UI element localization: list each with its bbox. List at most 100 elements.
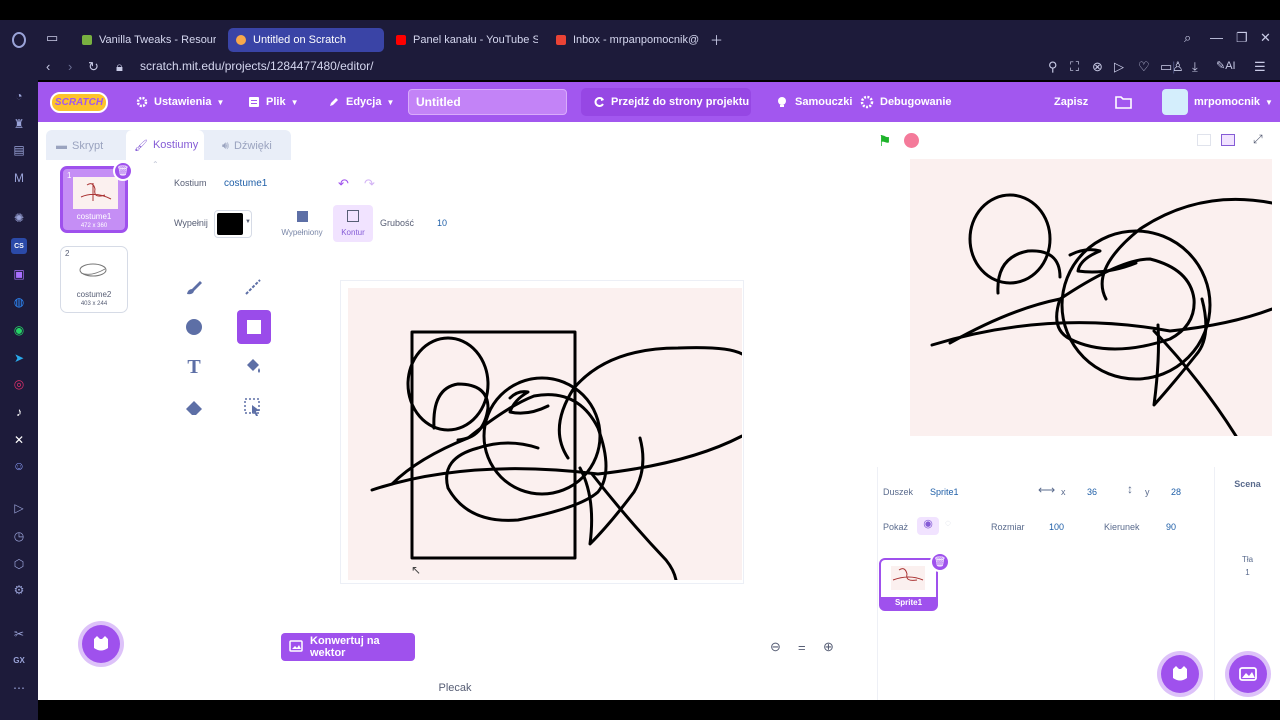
select-tool[interactable] bbox=[236, 390, 270, 424]
flow-icon[interactable]: ▷ bbox=[1114, 59, 1124, 75]
close-window-icon[interactable]: ✕ bbox=[1260, 30, 1271, 46]
backpack-header[interactable]: Plecak bbox=[38, 682, 872, 700]
stop-icon[interactable] bbox=[904, 133, 919, 148]
normal-stage-icon[interactable] bbox=[1221, 134, 1235, 146]
whatsapp-icon[interactable]: ◉ bbox=[11, 322, 27, 338]
new-tab-icon[interactable]: ＋ bbox=[710, 30, 723, 49]
url-field[interactable]: scratch.mit.edu/projects/1284477480/edit… bbox=[140, 59, 373, 73]
history-icon[interactable]: ◷ bbox=[11, 528, 27, 544]
player-icon[interactable]: ▷ bbox=[11, 500, 27, 516]
hide-eye-icon[interactable]: ◌ bbox=[945, 518, 951, 529]
undo-icon[interactable]: ↶ bbox=[338, 176, 349, 192]
choose-backdrop-button[interactable] bbox=[1229, 655, 1267, 693]
y-input[interactable]: 28 bbox=[1171, 487, 1181, 497]
cs-app-icon[interactable]: CS bbox=[11, 238, 27, 254]
pin-icon[interactable]: ⚲ bbox=[1048, 59, 1058, 75]
filled-mode-button[interactable]: Wypełniony bbox=[280, 210, 324, 240]
fill-tool[interactable] bbox=[236, 350, 270, 384]
restore-icon[interactable]: ❐ bbox=[1236, 30, 1248, 46]
scratch-logo[interactable]: SCRATCH bbox=[50, 92, 108, 113]
tab-costumes[interactable]: 🖌︎ Kostiumy bbox=[126, 130, 204, 160]
sprite-name-input[interactable]: Sprite1 bbox=[930, 487, 959, 497]
extensions-icon[interactable]: ⬡ bbox=[11, 556, 27, 572]
tab-sounds[interactable]: 🔊︎ Dźwięki bbox=[222, 132, 272, 160]
minimize-icon[interactable]: — bbox=[1210, 30, 1223, 45]
pinboard-icon[interactable]: ▤ bbox=[11, 142, 27, 158]
stage-canvas[interactable] bbox=[910, 159, 1272, 436]
adblock-icon[interactable]: ⊗ bbox=[1092, 59, 1103, 75]
eraser-tool[interactable] bbox=[177, 390, 211, 424]
easy-setup-icon[interactable]: ☰ bbox=[1254, 59, 1266, 75]
tab-untitled-on-scratch[interactable]: Untitled on Scratch bbox=[228, 28, 384, 52]
aria-icon[interactable]: ♜ bbox=[11, 116, 27, 132]
messenger-icon[interactable]: ◍ bbox=[11, 294, 27, 310]
trash-icon[interactable]: 🗑︎ bbox=[113, 161, 133, 181]
gmail-sidebar-icon[interactable]: M bbox=[11, 170, 27, 186]
circle-tool[interactable] bbox=[177, 310, 211, 344]
green-flag-icon[interactable]: ⚑ bbox=[878, 132, 891, 150]
tab-vanilla-tweaks[interactable]: Vanilla Tweaks - Resource bbox=[74, 28, 216, 52]
discord-icon[interactable]: ☺ bbox=[11, 458, 27, 474]
settings-icon[interactable]: ⚙ bbox=[11, 582, 27, 598]
forward-icon[interactable]: › bbox=[68, 59, 72, 74]
direction-input[interactable]: 90 bbox=[1166, 522, 1176, 532]
brush-tool[interactable] bbox=[177, 270, 211, 304]
account-icon[interactable]: ♙ bbox=[1172, 59, 1184, 75]
edit-menu[interactable]: Edycja ▼ bbox=[328, 82, 394, 122]
show-eye-icon[interactable]: ◉ bbox=[917, 517, 939, 535]
x-twitter-icon[interactable]: ✕ bbox=[11, 432, 27, 448]
opera-logo-icon[interactable] bbox=[11, 32, 27, 48]
costume-card-1[interactable]: 1 costume1 472 x 360 🗑︎ bbox=[60, 161, 133, 233]
tab-menu-icon[interactable]: ▭ bbox=[46, 30, 58, 46]
wallet-icon[interactable]: ▭ bbox=[1160, 59, 1172, 75]
choose-costume-button[interactable] bbox=[82, 625, 120, 663]
costume-name-input[interactable]: costume1 bbox=[224, 178, 267, 189]
convert-to-vector-button[interactable]: Konwertuj na wektor bbox=[281, 633, 415, 661]
reload-icon[interactable]: ↻ bbox=[88, 59, 99, 75]
account-menu[interactable]: mrpomocnik ▼ bbox=[1162, 82, 1273, 122]
size-input[interactable]: 100 bbox=[1049, 522, 1064, 532]
fullscreen-icon[interactable]: ⤢ bbox=[1253, 132, 1263, 147]
sprite-tile[interactable]: Sprite1 bbox=[879, 558, 938, 611]
my-stuff-folder-icon[interactable] bbox=[1115, 82, 1132, 122]
zoom-in-icon[interactable]: ⊕ bbox=[823, 639, 834, 655]
ai-button[interactable]: ✎AI bbox=[1216, 59, 1236, 72]
tiktok-icon[interactable]: ♪ bbox=[11, 404, 27, 420]
paint-canvas[interactable] bbox=[348, 288, 744, 582]
bookmark-heart-icon[interactable]: ♡ bbox=[1138, 59, 1150, 75]
gx-control-icon[interactable]: ✂ bbox=[11, 626, 27, 642]
zoom-reset-button[interactable]: = bbox=[798, 640, 806, 655]
back-icon[interactable]: ‹ bbox=[46, 59, 50, 74]
scene-pane[interactable]: Scena Tła 1 bbox=[1214, 467, 1280, 700]
more-icon[interactable]: ⋯ bbox=[11, 680, 27, 696]
project-page-button[interactable]: Przejdź do strony projektu bbox=[581, 88, 751, 116]
zoom-out-icon[interactable]: ⊖ bbox=[770, 639, 781, 655]
outline-mode-button[interactable]: Kontur bbox=[333, 205, 373, 242]
telegram-icon[interactable]: ➤ bbox=[11, 350, 27, 366]
line-tool[interactable] bbox=[236, 270, 270, 304]
x-input[interactable]: 36 bbox=[1087, 487, 1097, 497]
download-icon[interactable]: ⤓ bbox=[1192, 59, 1198, 75]
choose-sprite-button[interactable] bbox=[1161, 655, 1199, 693]
tab-gmail-inbox[interactable]: Inbox - mrpanpomocnik@ bbox=[548, 28, 700, 52]
gx-icon[interactable]: GX bbox=[11, 652, 27, 668]
tab-youtube-studio[interactable]: Panel kanału - YouTube St bbox=[388, 28, 538, 52]
redo-icon[interactable]: ↷ bbox=[364, 176, 375, 192]
fill-color-picker[interactable]: ▼ bbox=[214, 210, 252, 238]
tab-code[interactable]: ▬ Skrypt bbox=[56, 132, 103, 160]
speed-dial-icon[interactable]: ◔ bbox=[11, 88, 27, 104]
trash-icon[interactable]: 🗑︎ bbox=[930, 552, 950, 572]
chatgpt-icon[interactable]: ✺ bbox=[11, 210, 27, 226]
snapshot-icon[interactable]: ⛶ bbox=[1070, 59, 1079, 75]
small-stage-icon[interactable] bbox=[1197, 134, 1211, 146]
debugging-button[interactable]: Debugowanie bbox=[860, 82, 952, 122]
save-button[interactable]: Zapisz bbox=[1054, 82, 1088, 122]
rectangle-tool[interactable] bbox=[237, 310, 271, 344]
settings-menu[interactable]: Ustawienia ▼ bbox=[136, 82, 224, 122]
project-title-input[interactable]: Untitled bbox=[408, 89, 567, 115]
instagram-icon[interactable]: ◎ bbox=[11, 376, 27, 392]
costume-card-2[interactable]: 2 costume2 403 x 244 bbox=[60, 246, 128, 313]
tutorials-button[interactable]: Samouczki bbox=[775, 82, 852, 122]
text-tool[interactable]: T bbox=[177, 350, 211, 384]
file-menu[interactable]: Plik ▼ bbox=[248, 82, 299, 122]
